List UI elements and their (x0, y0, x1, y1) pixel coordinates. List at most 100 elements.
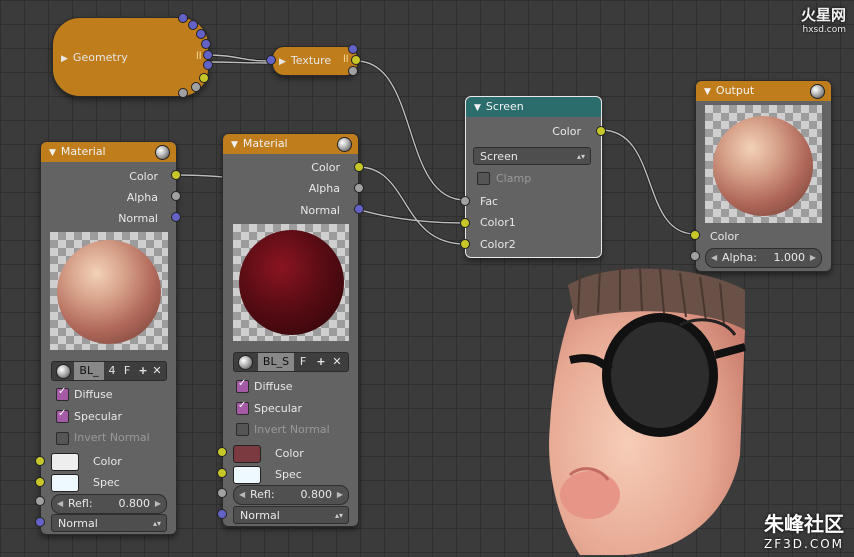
screen-mix-node[interactable]: ▼ Screen Color Screen ▴▾ Clamp Fac Color1… (465, 96, 602, 258)
screen-output-color-socket[interactable] (596, 126, 606, 136)
close-icon[interactable]: ✕ (330, 353, 344, 371)
normal-input-dropdown[interactable]: Normal ▴▾ (233, 506, 349, 524)
watermark-top-text: 火星网 (800, 6, 846, 24)
material2-color-output-socket[interactable] (354, 162, 364, 172)
geometry-output-socket[interactable] (203, 50, 213, 60)
material2-color-input-socket[interactable] (217, 447, 227, 457)
geometry-output-socket[interactable] (178, 88, 188, 98)
geometry-output-socket[interactable] (199, 73, 209, 83)
material1-alpha-output-socket[interactable] (171, 191, 181, 201)
triangle-down-icon[interactable]: ▼ (474, 103, 481, 113)
geometry-output-socket[interactable] (178, 13, 188, 23)
decrement-arrow-icon[interactable]: ◀ (239, 486, 245, 504)
material-preview-sphere (239, 230, 344, 335)
normal-input-dropdown[interactable]: Normal ▴▾ (51, 514, 167, 532)
texture-output-socket[interactable] (351, 55, 361, 65)
screen-node-header[interactable]: ▼ Screen (466, 97, 601, 117)
geometry-node[interactable]: ▶ Geometry ll (52, 17, 209, 97)
color-swatch[interactable] (51, 453, 79, 471)
texture-output-socket[interactable] (348, 44, 358, 54)
material-selector[interactable]: BL_S F + ✕ (233, 352, 349, 372)
increment-arrow-icon[interactable]: ▶ (155, 495, 161, 513)
refl-field-value: 0.800 (300, 488, 333, 501)
material-name[interactable]: BL_S (258, 353, 294, 371)
material1-spec-input-socket[interactable] (35, 477, 45, 487)
material1-color-input-socket[interactable] (35, 456, 45, 466)
updown-arrows-icon: ▴▾ (576, 152, 585, 161)
output-node[interactable]: ▼ Output Color ◀ Alpha: 1.000 ▶ (695, 80, 832, 272)
geometry-output-socket[interactable] (188, 20, 198, 30)
fac-input-socket[interactable] (460, 196, 470, 206)
diffuse-checkbox[interactable] (56, 386, 69, 401)
texture-node-header[interactable]: ▶ Texture (279, 54, 331, 67)
output-node-header[interactable]: ▼ Output (696, 81, 831, 101)
decrement-arrow-icon[interactable]: ◀ (57, 495, 63, 513)
fake-user-button[interactable]: F (120, 362, 134, 380)
output-color-input-socket[interactable] (690, 230, 700, 240)
increment-arrow-icon[interactable]: ▶ (810, 249, 816, 267)
spec-swatch[interactable] (233, 466, 261, 484)
close-icon[interactable]: ✕ (150, 362, 164, 380)
material2-refl-input-socket[interactable] (217, 488, 227, 498)
plus-icon[interactable]: + (136, 362, 150, 380)
material-node-1[interactable]: ▼ Material Color Alpha Normal BL_ 4 F + ✕… (40, 141, 177, 535)
material2-normal-input-socket[interactable] (217, 509, 227, 519)
diffuse-checkbox[interactable] (236, 378, 249, 393)
refl-field[interactable]: ◀ Refl: 0.800 ▶ (233, 485, 349, 505)
color1-input-label: Color1 (480, 216, 516, 229)
refl-field[interactable]: ◀ Refl: 0.800 ▶ (51, 494, 167, 514)
material-name[interactable]: BL_ (74, 362, 104, 380)
diffuse-label: Diffuse (254, 380, 293, 393)
material1-refl-input-socket[interactable] (35, 496, 45, 506)
plus-icon[interactable]: + (314, 353, 328, 371)
material-node-1-header[interactable]: ▼ Material (41, 142, 176, 162)
material1-normal-output-socket[interactable] (171, 212, 181, 222)
output-alpha-input-socket[interactable] (690, 251, 700, 261)
material-sphere-icon (155, 145, 170, 160)
specular-label: Specular (74, 410, 123, 423)
material2-normal-output-socket[interactable] (354, 204, 364, 214)
geometry-output-socket[interactable] (201, 39, 211, 49)
material2-spec-input-socket[interactable] (217, 468, 227, 478)
material-sphere-icon[interactable] (54, 362, 72, 380)
geometry-node-header[interactable]: ▶ Geometry (61, 51, 128, 64)
increment-arrow-icon[interactable]: ▶ (337, 486, 343, 504)
updown-arrows-icon: ▴▾ (334, 511, 343, 520)
clamp-checkbox[interactable] (477, 172, 490, 185)
specular-checkbox[interactable] (236, 400, 249, 415)
triangle-down-icon[interactable]: ▼ (231, 140, 238, 150)
texture-output-socket[interactable] (348, 66, 358, 76)
triangle-down-icon[interactable]: ▼ (704, 87, 711, 97)
color-swatch[interactable] (233, 445, 261, 463)
texture-node[interactable]: ▶ Texture ll (272, 46, 358, 76)
material1-normal-input-socket[interactable] (35, 517, 45, 527)
material-user-count[interactable]: 4 (105, 362, 119, 380)
color2-input-socket[interactable] (460, 239, 470, 249)
spec-swatch[interactable] (51, 474, 79, 492)
material-node-2[interactable]: ▼ Material Color Alpha Normal BL_S F + ✕ … (222, 133, 359, 527)
refl-field-value: 0.800 (118, 497, 151, 510)
specular-checkbox[interactable] (56, 408, 69, 423)
material-preview (50, 232, 168, 350)
geometry-output-socket[interactable] (191, 82, 201, 92)
material1-color-output-socket[interactable] (171, 170, 181, 180)
triangle-right-icon[interactable]: ▶ (61, 54, 68, 64)
material-sphere-icon[interactable] (236, 353, 254, 371)
triangle-right-icon[interactable]: ▶ (279, 57, 286, 67)
spec-input-label: Spec (275, 468, 302, 481)
fake-user-button[interactable]: F (296, 353, 310, 371)
blend-mode-dropdown[interactable]: Screen ▴▾ (473, 147, 591, 165)
invert-normal-checkbox[interactable] (236, 423, 249, 436)
geometry-output-socket[interactable] (196, 29, 206, 39)
texture-input-socket[interactable] (266, 55, 276, 65)
normal-input-value: Normal (58, 517, 98, 530)
triangle-down-icon[interactable]: ▼ (49, 148, 56, 158)
watermark-top-url: hxsd.com (802, 25, 846, 35)
color1-input-socket[interactable] (460, 218, 470, 228)
material2-alpha-output-socket[interactable] (354, 183, 364, 193)
material-node-2-header[interactable]: ▼ Material (223, 134, 358, 154)
geometry-output-socket[interactable] (203, 60, 213, 70)
color-output-label: Color (311, 161, 340, 174)
material-selector[interactable]: BL_ 4 F + ✕ (51, 361, 167, 381)
invert-normal-checkbox[interactable] (56, 432, 69, 445)
